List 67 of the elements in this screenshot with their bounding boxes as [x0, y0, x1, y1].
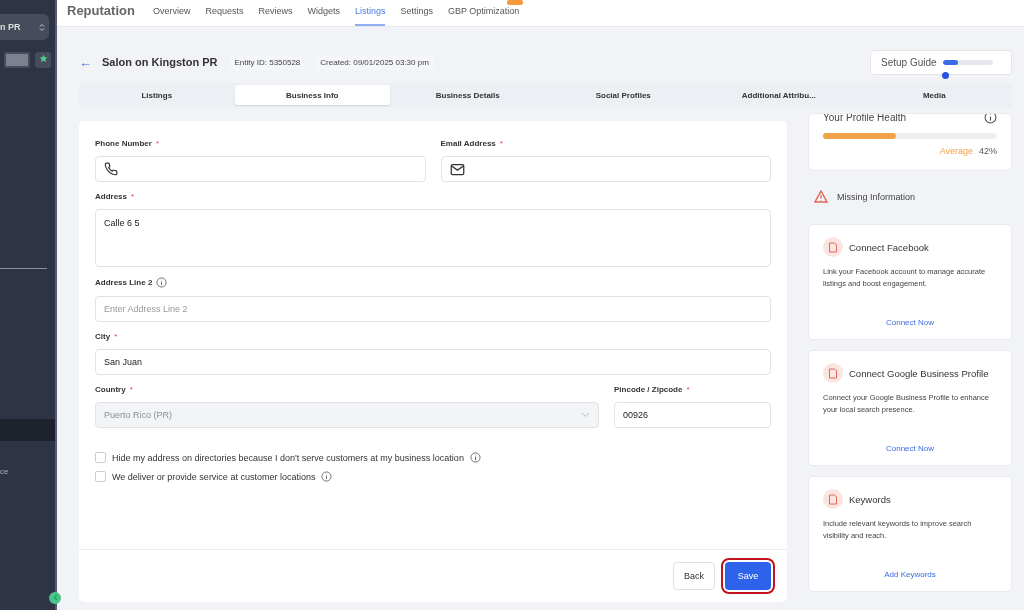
checkbox-label: We deliver or provide service at customer locations	[112, 471, 316, 482]
chevron-left-icon	[52, 594, 58, 601]
action-link[interactable]: Add Keywords	[884, 570, 936, 579]
nav-tab[interactable]: GBP Optimization	[448, 6, 520, 26]
nav-tab[interactable]: Requests	[205, 6, 244, 26]
account-switcher[interactable]: n PR	[0, 14, 49, 40]
input-field[interactable]	[95, 156, 426, 182]
shortcut-badge	[4, 52, 30, 68]
section-title: Missing Information	[837, 191, 916, 202]
nav-tab[interactable]: Reviews	[258, 6, 293, 26]
selected-menu-row[interactable]	[0, 419, 55, 441]
field-label: Phone Number *	[95, 139, 161, 148]
input-field[interactable]: 00926	[614, 402, 771, 428]
section-tab[interactable]: Listings	[79, 85, 235, 105]
back-arrow-icon[interactable]: ←	[79, 54, 92, 70]
field-label: Email Address *	[440, 139, 504, 148]
section-tab[interactable]: Social Profiles	[545, 85, 701, 105]
app-title: Reputation	[67, 3, 135, 20]
action-link[interactable]: Connect Now	[886, 318, 934, 327]
card-title: Your Profile Health	[823, 114, 906, 123]
section-tab[interactable]: Business Info	[234, 85, 390, 105]
star-icon	[38, 54, 48, 63]
nav-tab[interactable]: Overview	[152, 6, 191, 26]
input-field[interactable]: San Juan	[95, 349, 771, 375]
phone-icon	[104, 162, 118, 176]
step-indicator	[942, 71, 949, 79]
input-field[interactable]	[440, 156, 771, 182]
document-icon	[823, 363, 843, 383]
warning-icon	[814, 190, 828, 203]
back-button[interactable]: Back	[673, 562, 715, 590]
nav-tab[interactable]: Settings	[400, 6, 433, 26]
checkbox-label: Hide my address on directories because I don't serve customers at my business location	[112, 452, 464, 463]
field-label: Address Line 2	[95, 277, 771, 288]
card-title: Keywords	[849, 493, 891, 505]
info-icon	[984, 114, 997, 124]
field-label: Country *	[95, 385, 134, 394]
chevron-updown-icon	[39, 22, 45, 32]
info-icon	[156, 277, 168, 288]
section-tab[interactable]: Media	[856, 85, 1012, 105]
card-title: Connect Google Business Profile	[849, 367, 989, 379]
card-title: Connect Facebook	[849, 241, 929, 253]
mail-icon	[449, 162, 465, 176]
created-chip: Created: 09/01/2025 03:30 pm	[315, 54, 434, 70]
business-title: Salon on Kingston PR	[102, 56, 218, 68]
nav-tab[interactable]: Widgets	[307, 6, 340, 26]
field-label: Address *	[95, 192, 136, 201]
checkbox[interactable]	[95, 471, 106, 482]
action-link[interactable]: Connect Now	[886, 444, 934, 453]
health-rating: Average	[939, 146, 973, 156]
checkbox[interactable]	[95, 452, 106, 463]
section-tab[interactable]: Additional Attribu...	[701, 85, 857, 105]
info-icon	[321, 471, 333, 482]
star-button[interactable]	[35, 52, 51, 68]
sidebar-item[interactable]: ce	[0, 467, 55, 476]
entity-id-chip: Entity ID: 5350528	[229, 54, 306, 70]
document-icon	[823, 237, 843, 257]
health-percent: 42%	[979, 146, 997, 156]
info-icon	[469, 452, 481, 463]
field-label: City *	[95, 332, 119, 341]
document-icon	[823, 489, 843, 509]
section-tab[interactable]: Business Details	[390, 85, 546, 105]
chevron-down-icon	[581, 412, 590, 418]
nav-tab[interactable]: Listings	[354, 6, 386, 26]
field-label: Pincode / Zipcode *	[614, 385, 691, 394]
address-textarea[interactable]: Calle 6 5	[95, 209, 771, 267]
input-field[interactable]: Enter Address Line 2	[95, 296, 771, 322]
collapse-button[interactable]	[49, 592, 61, 604]
